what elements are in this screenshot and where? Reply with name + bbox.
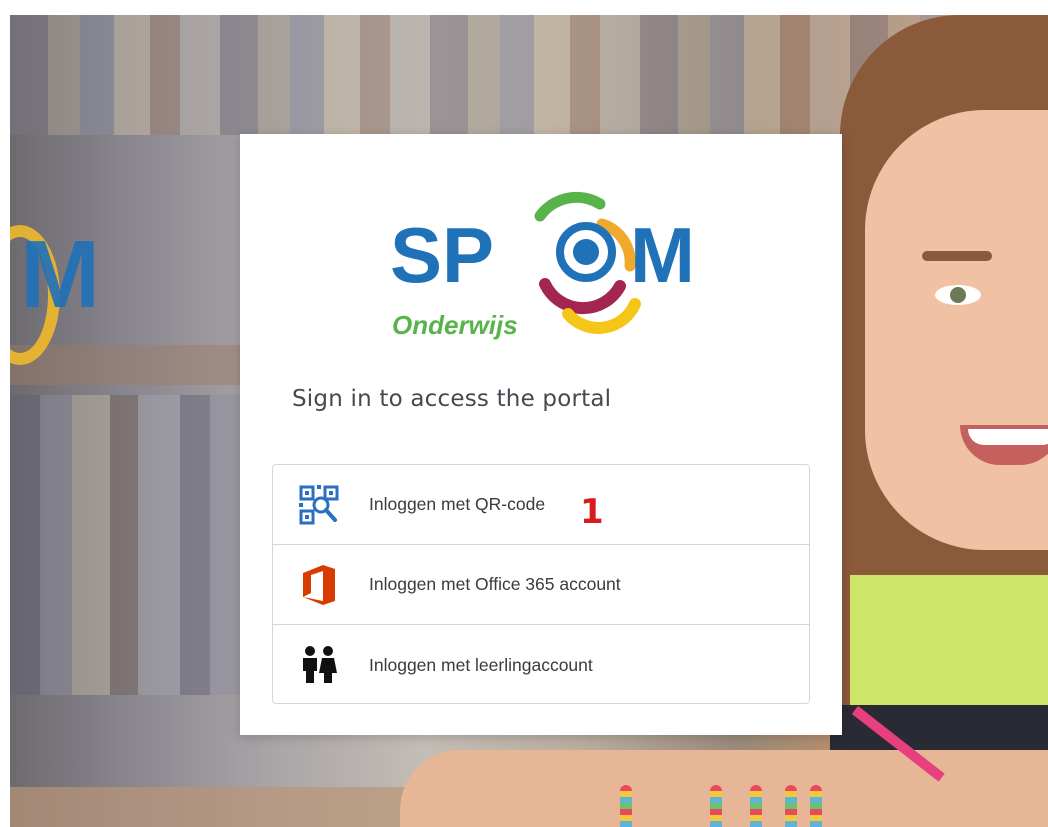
logo-letter-m: M [630, 211, 695, 299]
logo-letters-sp: SP [390, 211, 494, 299]
logo-o-dot [573, 239, 599, 265]
bracelet [810, 785, 822, 827]
login-qr-code-button[interactable]: Inloggen met QR-code [273, 465, 809, 545]
login-options-list: Inloggen met QR-code Inloggen met Office… [272, 464, 810, 704]
bracelet [710, 785, 722, 827]
logo-arc-green [534, 191, 606, 222]
girl-face [865, 110, 1048, 550]
login-qr-code-label: Inloggen met QR-code [369, 494, 546, 514]
login-office365-button[interactable]: Inloggen met Office 365 account [273, 545, 809, 625]
login-card: SP M Onderwijs Sign in to access the por… [240, 134, 842, 735]
login-student-account-label: Inloggen met leerlingaccount [369, 654, 593, 675]
page-subtitle: Sign in to access the portal [292, 386, 612, 412]
annotation-marker: 1 [580, 492, 604, 532]
qr-code-icon [295, 481, 343, 529]
background-logo-text: M [20, 221, 100, 328]
students-icon [295, 641, 343, 689]
girl-eyebrow [922, 251, 992, 261]
login-office365-label: Inloggen met Office 365 account [369, 574, 621, 594]
spom-onderwijs-logo: SP M Onderwijs [390, 191, 695, 340]
login-student-account-button[interactable]: Inloggen met leerlingaccount [273, 625, 809, 703]
office365-icon [295, 561, 343, 609]
logo-tagline: Onderwijs [392, 310, 518, 340]
bracelet [785, 785, 797, 827]
girl-eye [935, 285, 981, 305]
bracelet [620, 785, 632, 827]
girl-arm [400, 750, 1048, 827]
bracelet [750, 785, 762, 827]
logo-arc-maroon [539, 278, 626, 315]
